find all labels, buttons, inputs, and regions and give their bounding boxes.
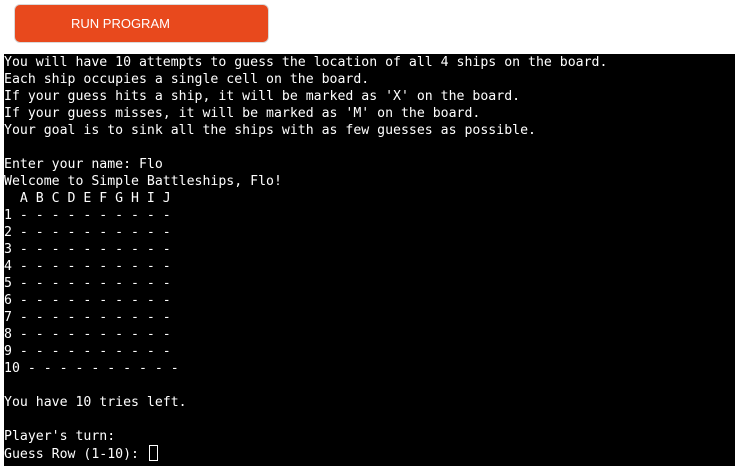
board-row: 4 - - - - - - - - - - — [4, 259, 171, 274]
terminal-line: Welcome to Simple Battleships, Flo! — [4, 174, 282, 189]
tries-left-text: You have 10 tries left. — [4, 395, 187, 410]
board-row: 1 - - - - - - - - - - — [4, 208, 171, 223]
board-row: 8 - - - - - - - - - - — [4, 327, 171, 342]
terminal-line: Each ship occupies a single cell on the … — [4, 72, 370, 87]
board-row: 7 - - - - - - - - - - — [4, 310, 171, 325]
terminal-cursor[interactable] — [148, 445, 158, 461]
terminal-line: If your guess misses, it will be marked … — [4, 106, 481, 121]
terminal-line: If your guess hits a ship, it will be ma… — [4, 89, 521, 104]
terminal-line: Enter your name: Flo — [4, 157, 163, 172]
terminal-line: Your goal is to sink all the ships with … — [4, 123, 536, 138]
board-row: 3 - - - - - - - - - - — [4, 242, 171, 257]
board-header: A B C D E F G H I J — [4, 191, 171, 206]
board-row: 10 - - - - - - - - - - — [4, 361, 179, 376]
board-row: 6 - - - - - - - - - - — [4, 293, 171, 308]
terminal-output: You will have 10 attempts to guess the l… — [4, 54, 735, 463]
board-row: 2 - - - - - - - - - - — [4, 225, 171, 240]
board-row: 9 - - - - - - - - - - — [4, 344, 171, 359]
board-row: 5 - - - - - - - - - - — [4, 276, 171, 291]
run-program-button[interactable]: RUN PROGRAM — [14, 4, 269, 43]
player-turn-text: Player's turn: — [4, 429, 116, 444]
terminal-line: You will have 10 attempts to guess the l… — [4, 55, 608, 70]
terminal[interactable]: You will have 10 attempts to guess the l… — [4, 54, 735, 466]
guess-row-prompt: Guess Row (1-10): — [4, 447, 147, 462]
